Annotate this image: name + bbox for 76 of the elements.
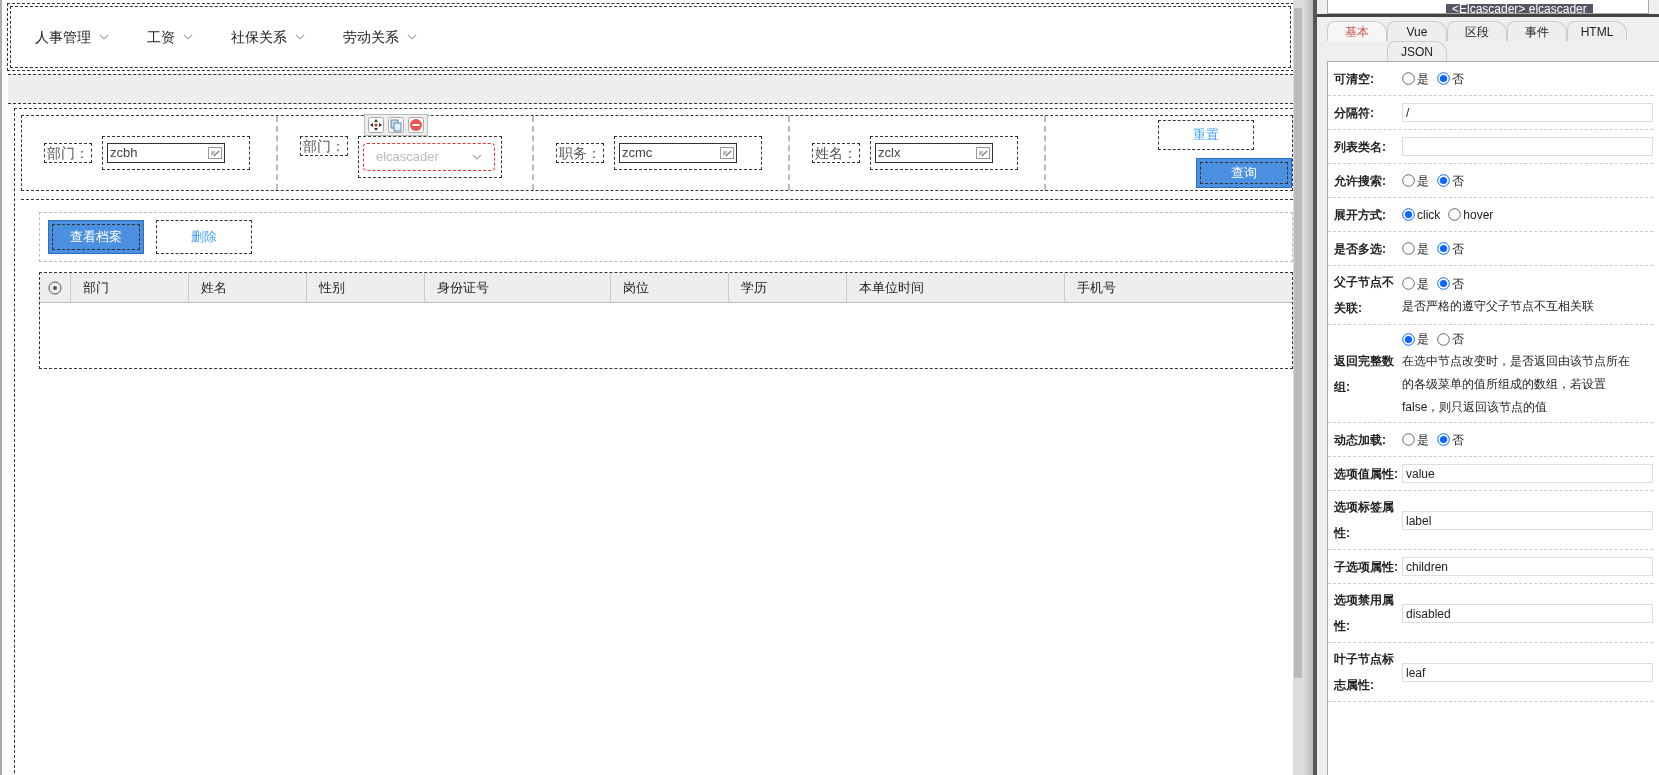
- radio-option[interactable]: 是: [1402, 274, 1429, 293]
- chevron-down-icon: [472, 154, 482, 160]
- radio-option[interactable]: 是: [1402, 69, 1429, 88]
- scrollbar-thumb[interactable]: [1294, 8, 1302, 678]
- edit-icon: [208, 147, 222, 159]
- tab[interactable]: 基本: [1327, 21, 1387, 41]
- column-header: 性别: [307, 273, 425, 302]
- tab[interactable]: 事件: [1507, 21, 1567, 41]
- property-label: 列表类名:: [1334, 138, 1387, 156]
- radio-option[interactable]: 否: [1437, 171, 1464, 190]
- field-label: 姓名：: [812, 143, 860, 163]
- breadcrumb-item[interactable]: <Elcascader> elcascader: [1446, 4, 1593, 13]
- property-label: 动态加载:: [1334, 431, 1387, 449]
- property-label: 父子节点不关联:: [1334, 274, 1395, 317]
- text-field[interactable]: value: [1402, 464, 1653, 483]
- radio-option[interactable]: 否: [1437, 430, 1464, 449]
- chevron-down-icon: [183, 34, 193, 40]
- radio-option[interactable]: 否: [1437, 330, 1464, 348]
- property-label: 选项标签属性:: [1334, 499, 1395, 542]
- property-label: 子选项属性:: [1334, 558, 1398, 576]
- menu-item[interactable]: 工资: [147, 26, 193, 48]
- property-label: 选项值属性:: [1334, 465, 1398, 483]
- chevron-down-icon: [99, 34, 109, 40]
- property-label: 选项禁用属性:: [1334, 592, 1395, 635]
- input-field[interactable]: zclx: [875, 143, 993, 163]
- column-header: 部门: [71, 273, 189, 302]
- tab[interactable]: JSON: [1387, 41, 1447, 61]
- chevron-down-icon: [407, 34, 417, 40]
- splitter-handle[interactable]: [1303, 0, 1317, 775]
- tab[interactable]: HTML: [1567, 21, 1627, 41]
- radio-icon: [48, 280, 62, 295]
- radio-option[interactable]: 是: [1402, 430, 1429, 449]
- edit-icon: [976, 147, 990, 159]
- property-label: 允许搜索:: [1334, 172, 1387, 190]
- input-field[interactable]: zcmc: [619, 143, 737, 163]
- column-header: 身份证号: [425, 273, 611, 302]
- property-label: 展开方式:: [1334, 206, 1387, 224]
- menu-item[interactable]: 人事管理: [35, 26, 109, 48]
- text-field[interactable]: disabled: [1402, 603, 1653, 623]
- field-label: 职务：: [556, 143, 604, 163]
- radio-option[interactable]: 否: [1437, 69, 1464, 88]
- text-field[interactable]: /: [1402, 103, 1653, 122]
- property-label: 可清空:: [1334, 70, 1375, 88]
- move-icon[interactable]: [368, 117, 384, 133]
- text-field[interactable]: [1402, 137, 1653, 156]
- property-label: 叶子节点标志属性:: [1334, 651, 1395, 694]
- column-header: 手机号: [1076, 278, 1117, 297]
- radio-option[interactable]: 否: [1437, 239, 1464, 258]
- radio-option[interactable]: 是: [1402, 239, 1429, 258]
- edit-icon: [720, 147, 734, 159]
- tab[interactable]: 区段: [1447, 21, 1507, 41]
- text-field[interactable]: children: [1402, 557, 1653, 576]
- menu-item[interactable]: 劳动关系: [343, 26, 417, 48]
- radio-option[interactable]: 否: [1437, 274, 1464, 293]
- field-label: 部门：: [300, 136, 348, 156]
- radio-option[interactable]: 是: [1402, 330, 1429, 348]
- text-field[interactable]: label: [1402, 510, 1653, 530]
- radio-option[interactable]: hover: [1448, 205, 1494, 224]
- menu-item[interactable]: 社保关系: [231, 26, 305, 48]
- column-header: 本单位时间: [847, 273, 1065, 302]
- column-header: 学历: [729, 273, 847, 302]
- input-field[interactable]: zcbh: [107, 143, 225, 163]
- property-label: 分隔符:: [1334, 104, 1375, 122]
- text-field[interactable]: leaf: [1402, 662, 1653, 682]
- property-description: 是否严格的遵守父子节点不互相关联: [1402, 297, 1595, 315]
- property-label: 返回完整数组:: [1334, 352, 1395, 396]
- chevron-down-icon: [295, 34, 305, 40]
- radio-option[interactable]: 是: [1402, 171, 1429, 190]
- radio-option[interactable]: click: [1402, 205, 1441, 224]
- field-label: 部门：: [44, 143, 92, 163]
- property-label: 是否多选:: [1334, 240, 1387, 258]
- column-header: 岗位: [611, 273, 729, 302]
- tab[interactable]: Vue: [1387, 21, 1447, 41]
- column-header: 姓名: [189, 273, 307, 302]
- property-description: 在选中节点改变时，是否返回由该节点所在的各级菜单的值所组成的数组，若设置false，则只返回该节点的值: [1402, 353, 1631, 416]
- delete-icon[interactable]: [408, 117, 424, 133]
